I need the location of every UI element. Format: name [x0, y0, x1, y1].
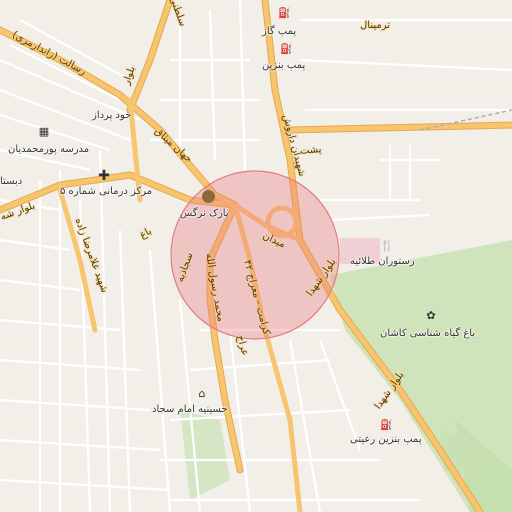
poi-park-label[interactable]: پارک نرگس	[180, 208, 229, 220]
poi-school-label[interactable]: مدرسه پورمحمدیان	[8, 144, 89, 156]
poi-school2-label[interactable]: دبستا	[0, 176, 22, 188]
poi-restaurant-label[interactable]: رستوران طلائیه	[350, 256, 415, 268]
green-patch-2	[180, 410, 230, 500]
poi-atm-label[interactable]: خود پرداز	[92, 110, 131, 122]
road-label-posht: پشت	[299, 144, 322, 157]
fuel-icon[interactable]: ⛽	[280, 44, 292, 56]
poi-garden-label[interactable]: باغ گیاه شناسی کاشان	[380, 328, 475, 340]
poi-hosseinieh-label[interactable]: حسینیه امام سجاد	[152, 404, 228, 416]
tree-icon[interactable]	[202, 190, 215, 203]
map-layer	[0, 0, 512, 512]
medical-cross-icon[interactable]: ✚	[98, 169, 110, 183]
school-icon[interactable]: ▦	[38, 126, 50, 138]
fuel-icon[interactable]: ⛽	[278, 8, 290, 20]
poi-clinic-label[interactable]: مرکز درمانی شماره ۵	[60, 186, 152, 198]
flower-icon[interactable]: ✿	[425, 310, 437, 322]
poi-gas-station2-label[interactable]: پمپ بنزین رعیتی	[350, 434, 422, 446]
road-label-terminal: ترمینال	[360, 20, 391, 31]
mosque-icon[interactable]: ⌂	[196, 388, 208, 400]
fuel-icon[interactable]: ⛽	[380, 420, 392, 432]
map-canvas[interactable]: ⛽ پمپ گاز ⛽ پمپ بنزین ▦ مدرسه پورمحمدیان…	[0, 0, 512, 512]
poi-petrol-label[interactable]: پمپ بنزین	[262, 60, 305, 72]
cutlery-icon[interactable]: 🍴	[380, 240, 394, 252]
poi-gas-station-label[interactable]: پمپ گاز	[262, 26, 296, 38]
